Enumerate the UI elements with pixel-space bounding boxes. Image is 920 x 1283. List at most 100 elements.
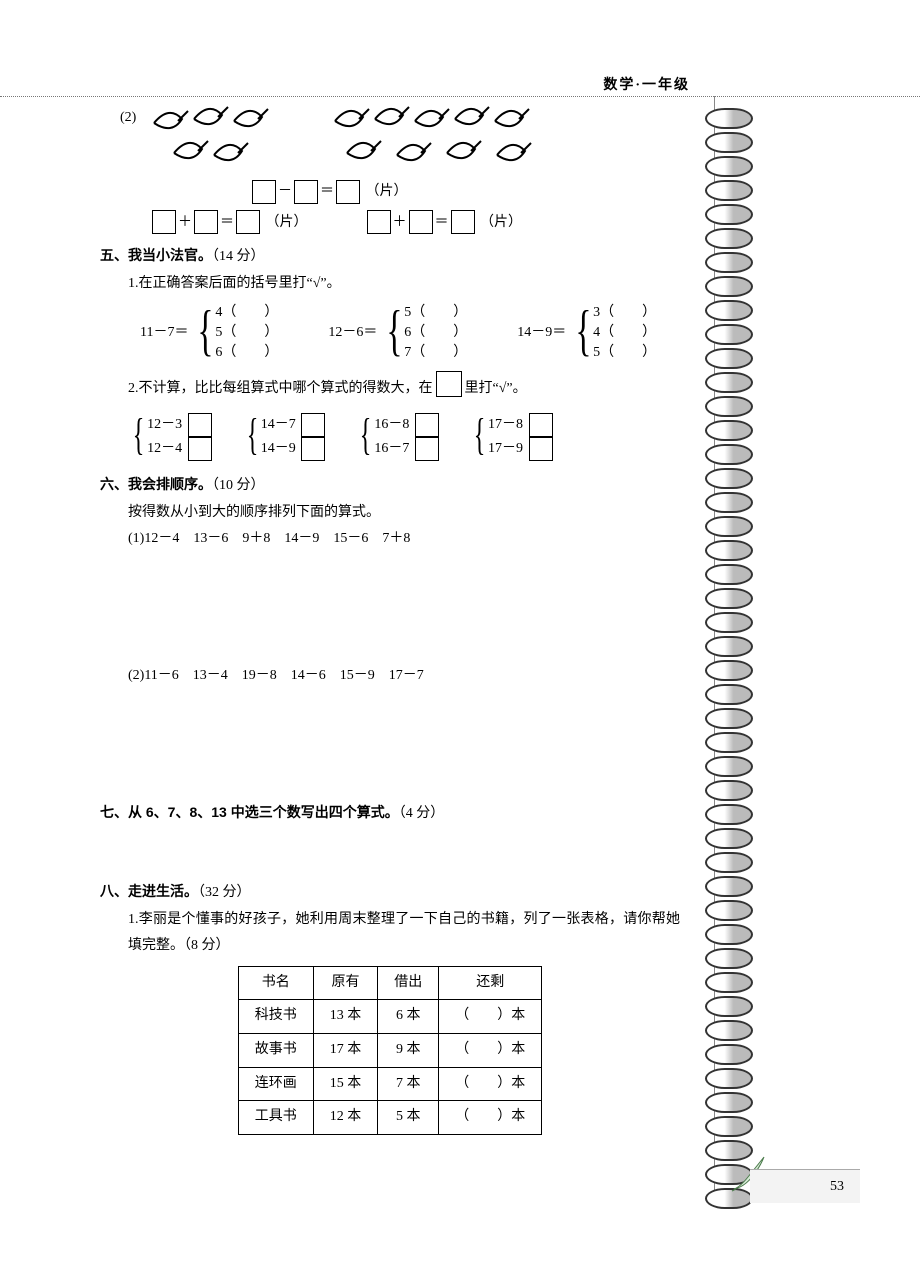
expr: 16－7 (374, 441, 409, 456)
pair: { 16－8 16－7 (355, 413, 441, 461)
left-brace-icon: { (246, 413, 258, 461)
left-brace-icon: { (387, 303, 403, 363)
bracket-group: 11－7＝ { 4（ ） 5（ ） 6（ ） (140, 303, 278, 363)
s5-sub2-a: 2.不计算，比比每组算式中哪个算式的得数大，在 (128, 381, 433, 396)
unit-label: （片） (366, 184, 408, 199)
section-7-points: （4 分） (399, 806, 445, 821)
blank-box[interactable] (236, 210, 260, 234)
unit-label: （片） (480, 215, 522, 230)
th: 还剩 (439, 966, 542, 1000)
group-lhs: 11－7＝ (140, 303, 192, 363)
leaf-group-right (327, 132, 557, 147)
books-table: 书名 原有 借出 还剩 科技书 13 本 6 本 （ ）本 故事书 17 本 9… (238, 966, 543, 1135)
check-box[interactable] (188, 437, 212, 461)
page-number: 53 (830, 1179, 844, 1195)
check-box[interactable] (301, 413, 325, 437)
section-5-title: 五、我当小法官。 (100, 247, 212, 263)
left-brace-icon: { (360, 413, 372, 461)
left-brace-icon: { (198, 303, 214, 363)
group-rows: 3（ ） 4（ ） 5（ ） (593, 303, 656, 363)
s5-groups: 11－7＝ { 4（ ） 5（ ） 6（ ） 12－6＝ { 5（ ） 6（ ）… (140, 303, 680, 363)
choice[interactable]: 6（ ） (404, 323, 467, 343)
question-2: (2) (120, 105, 680, 175)
bracket-group: 14－9＝ { 3（ ） 4（ ） 5（ ） (517, 303, 656, 363)
choice[interactable]: 5（ ） (404, 303, 467, 323)
blank-box[interactable] (409, 210, 433, 234)
choice[interactable]: 4（ ） (215, 303, 278, 323)
group-lhs: 14－9＝ (517, 303, 570, 363)
blank-box[interactable] (194, 210, 218, 234)
header-rule (0, 96, 920, 97)
blank-box[interactable] (367, 210, 391, 234)
section-6-points: （10 分） (212, 478, 265, 493)
choice[interactable]: 7（ ） (404, 343, 467, 363)
choice[interactable]: 5（ ） (593, 343, 656, 363)
choice[interactable]: 6（ ） (215, 343, 278, 363)
choice[interactable]: 5（ ） (215, 323, 278, 343)
content-area: (2) (100, 105, 680, 1135)
group-rows: 4（ ） 5（ ） 6（ ） (215, 303, 278, 363)
s5-pairs: { 12－3 12－4 { 14－7 14－9 { 16－8 16－7 (128, 413, 680, 461)
table-row: 工具书 12 本 5 本 （ ）本 (238, 1101, 542, 1135)
th: 书名 (238, 966, 313, 1000)
th: 借出 (378, 966, 439, 1000)
left-brace-icon: { (576, 303, 592, 363)
check-box[interactable] (529, 413, 553, 437)
section-6-title: 六、我会排顺序。 (100, 476, 212, 492)
bracket-group: 12－6＝ { 5（ ） 6（ ） 7（ ） (328, 303, 467, 363)
left-brace-icon: { (474, 413, 486, 461)
check-box[interactable] (529, 437, 553, 461)
check-box[interactable] (415, 413, 439, 437)
page: 数学·一年级 (2) (0, 0, 920, 1283)
expr: 12－4 (147, 441, 182, 456)
table-header-row: 书名 原有 借出 还剩 (238, 966, 542, 1000)
section-5-points: （14 分） (212, 249, 265, 264)
pair: { 12－3 12－4 (128, 413, 214, 461)
section-7-title: 七、从 6、7、8、13 中选三个数写出四个算式。 (100, 804, 399, 820)
inline-box-icon (436, 371, 462, 397)
choice[interactable]: 3（ ） (593, 303, 656, 323)
s6-lead: 按得数从小到大的顺序排列下面的算式。 (128, 500, 680, 527)
expr: 14－7 (261, 417, 296, 432)
expr: 14－9 (261, 441, 296, 456)
left-brace-icon: { (133, 413, 145, 461)
blank-box[interactable] (451, 210, 475, 234)
expr: 17－9 (488, 441, 523, 456)
eq-minus: －＝ （片） (250, 179, 680, 206)
s5-sub2-b: 里打“√”。 (465, 381, 527, 396)
blank-box[interactable] (252, 180, 276, 204)
check-box[interactable] (301, 437, 325, 461)
expr: 12－3 (147, 417, 182, 432)
group-lhs: 12－6＝ (328, 303, 381, 363)
workspace (100, 828, 680, 878)
group-rows: 5（ ） 6（ ） 7（ ） (404, 303, 467, 363)
th: 原有 (313, 966, 378, 1000)
blank-box[interactable] (294, 180, 318, 204)
s5-sub2: 2.不计算，比比每组算式中哪个算式的得数大，在 里打“√”。 (128, 371, 680, 403)
spiral-binding-icon: // coils drawn after data population bel… (705, 105, 755, 1185)
pair: { 17－8 17－9 (469, 413, 555, 461)
leaf-group-left (144, 132, 288, 147)
page-number-box: 53 (750, 1169, 860, 1203)
s6-row1: (1)12－4 13－6 9＋8 14－9 15－6 7＋8 (128, 526, 680, 553)
choice[interactable]: 4（ ） (593, 323, 656, 343)
check-box[interactable] (415, 437, 439, 461)
s5-sub1: 1.在正确答案后面的括号里打“√”。 (128, 271, 680, 298)
s6-row2: (2)11－6 13－4 19－8 14－6 15－9 17－7 (128, 663, 680, 690)
table-row: 连环画 15 本 7 本 （ ）本 (238, 1067, 542, 1101)
section-8-title: 八、走进生活。 (100, 883, 198, 899)
expr: 17－8 (488, 417, 523, 432)
workspace (100, 553, 680, 663)
q2-label: (2) (120, 110, 136, 125)
eq-plus-row: ＋＝ （片） ＋＝ （片） (150, 210, 680, 237)
blank-box[interactable] (336, 180, 360, 204)
check-box[interactable] (188, 413, 212, 437)
unit-label: （片） (266, 215, 308, 230)
table-row: 故事书 17 本 9 本 （ ）本 (238, 1033, 542, 1067)
pair: { 14－7 14－9 (242, 413, 328, 461)
table-row: 科技书 13 本 6 本 （ ）本 (238, 1000, 542, 1034)
section-8-points: （32 分） (198, 885, 251, 900)
running-header: 数学·一年级 (603, 74, 690, 94)
blank-box[interactable] (152, 210, 176, 234)
s8-sub1: 1.李丽是个懂事的好孩子，她利用周末整理了一下自己的书籍，列了一张表格，请你帮她… (128, 907, 680, 960)
